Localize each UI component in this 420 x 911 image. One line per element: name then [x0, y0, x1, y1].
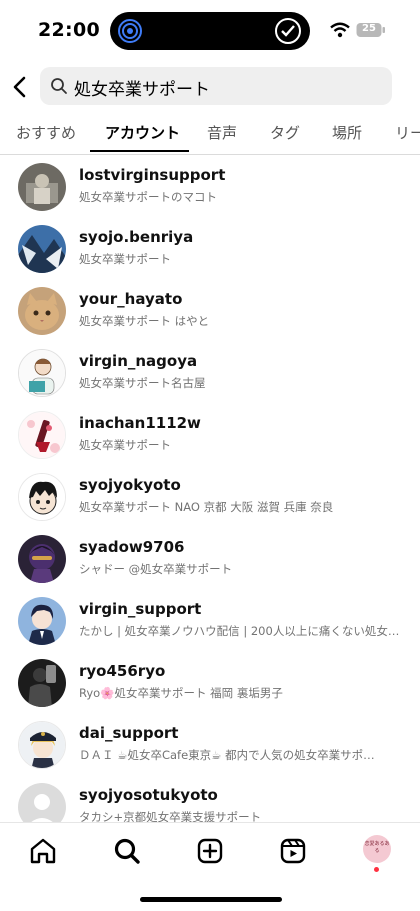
account-row[interactable]: your_hayato 処女卒業サポート はやと [0, 280, 420, 342]
account-username: syojyokyoto [79, 476, 181, 494]
nav-profile-avatar[interactable]: 恋愛あるある [363, 835, 391, 863]
account-row[interactable]: syojo.benriya 処女卒業サポート [0, 218, 420, 280]
active-tab-indicator [90, 150, 189, 152]
account-subtitle: ＤＡＩ ☕処女卒Cafe東京☕ 都内で人気の処女卒業サポ… [79, 748, 375, 762]
avatar [18, 535, 66, 583]
account-subtitle: 処女卒業サポート NAO 京都 大阪 滋賀 兵庫 奈良 [79, 500, 334, 514]
dynamic-island [110, 12, 310, 50]
account-username: syojyosotukyoto [79, 786, 218, 804]
account-subtitle: 処女卒業サポート名古屋 [79, 376, 206, 390]
account-row[interactable]: virgin_support たかし | 処女卒業ノウハウ配信 | 200人以上… [0, 590, 420, 652]
nav-reels[interactable] [275, 833, 311, 869]
back-arrow-icon[interactable] [8, 72, 32, 102]
avatar [18, 721, 66, 769]
account-username: virgin_nagoya [79, 352, 198, 370]
notification-dot [374, 867, 379, 872]
account-subtitle: 処女卒業サポート [79, 252, 171, 266]
home-indicator [140, 897, 282, 902]
home-icon [30, 838, 56, 864]
account-subtitle: 処女卒業サポート [79, 438, 171, 452]
account-username: virgin_support [79, 600, 202, 618]
avatar [18, 287, 66, 335]
account-username: dai_support [79, 724, 179, 742]
tab-audio[interactable]: 音声 [207, 122, 237, 143]
nav-home[interactable] [25, 833, 61, 869]
airdrop-icon [118, 19, 142, 43]
account-row[interactable]: syadow9706 シャドー @処女卒業サポート [0, 528, 420, 590]
account-results: lostvirginsupport 処女卒業サポートのマコト syojo.ben… [0, 156, 420, 822]
account-subtitle: Ryo🌸処女卒業サポート 福岡 裏垢男子 [79, 686, 283, 700]
avatar [18, 597, 66, 645]
reels-icon [280, 838, 306, 864]
tab-reels[interactable]: リー [395, 122, 420, 143]
battery-icon: 25 [356, 22, 386, 38]
account-row[interactable]: dai_support ＤＡＩ ☕処女卒Cafe東京☕ 都内で人気の処女卒業サポ… [0, 714, 420, 776]
tab-tags[interactable]: タグ [270, 122, 300, 143]
avatar [18, 163, 66, 211]
tab-recommended[interactable]: おすすめ [16, 122, 76, 143]
avatar [18, 225, 66, 273]
account-username: syadow9706 [79, 538, 185, 556]
wifi-icon [330, 22, 350, 38]
search-tabs: おすすめ アカウント 音声 タグ 場所 リー [0, 116, 420, 155]
account-username: your_hayato [79, 290, 183, 308]
create-icon [197, 838, 223, 864]
avatar [18, 473, 66, 521]
account-row[interactable]: inachan1112w 処女卒業サポート [0, 404, 420, 466]
status-time: 22:00 [38, 19, 100, 41]
account-row[interactable]: ryo456ryo Ryo🌸処女卒業サポート 福岡 裏垢男子 [0, 652, 420, 714]
account-username: inachan1112w [79, 414, 201, 432]
avatar [18, 349, 66, 397]
bottom-navigation: 恋愛あるある [0, 822, 420, 911]
search-icon [114, 838, 140, 864]
nav-search[interactable] [109, 833, 145, 869]
avatar [18, 659, 66, 707]
nav-create[interactable] [192, 833, 228, 869]
account-subtitle: 処女卒業サポート はやと [79, 314, 210, 328]
battery-level: 25 [362, 23, 376, 34]
account-username: syojo.benriya [79, 228, 194, 246]
status-bar: 22:00 25 [0, 0, 420, 62]
search-icon [51, 78, 67, 94]
account-subtitle: タカシ+京都処女卒業支援サポート [79, 810, 262, 822]
profile-avatar-text: 恋愛あるある [364, 841, 390, 854]
account-subtitle: 処女卒業サポートのマコト [79, 190, 217, 204]
account-username: ryo456ryo [79, 662, 166, 680]
tab-places[interactable]: 場所 [332, 122, 362, 143]
account-username: lostvirginsupport [79, 166, 226, 184]
avatar [18, 411, 66, 459]
search-query[interactable]: 処女卒業サポート [74, 75, 210, 100]
account-row[interactable]: syojyosotukyoto タカシ+京都処女卒業支援サポート [0, 776, 420, 822]
account-subtitle: たかし | 処女卒業ノウハウ配信 | 200人以上に痛くない処女… [79, 624, 400, 638]
account-row[interactable]: virgin_nagoya 処女卒業サポート名古屋 [0, 342, 420, 404]
tab-accounts[interactable]: アカウント [105, 122, 180, 143]
account-subtitle: シャドー @処女卒業サポート [79, 562, 233, 576]
avatar [18, 783, 66, 822]
search-field[interactable]: 処女卒業サポート [40, 67, 392, 105]
account-row[interactable]: lostvirginsupport 処女卒業サポートのマコト [0, 156, 420, 218]
account-row[interactable]: syojyokyoto 処女卒業サポート NAO 京都 大阪 滋賀 兵庫 奈良 [0, 466, 420, 528]
checkmark-icon [275, 18, 301, 44]
